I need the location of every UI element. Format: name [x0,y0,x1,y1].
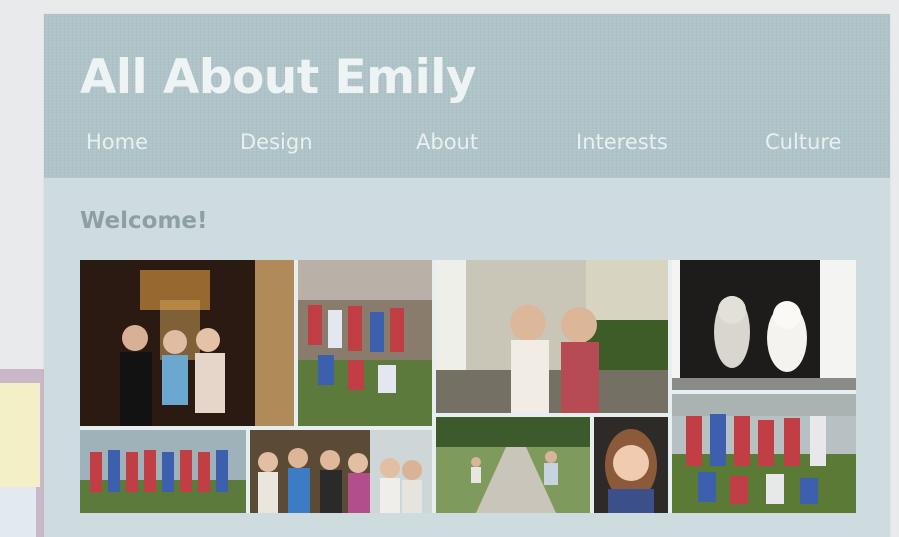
nav-interests[interactable]: Interests [576,130,668,154]
welcome-heading: Welcome! [80,208,208,234]
nav-culture[interactable]: Culture [765,130,841,154]
site-header: All About Emily Home Design About Intere… [44,14,890,178]
team-lineup-photo[interactable] [80,430,246,513]
main-nav: Home Design About Interests Culture [44,130,890,170]
two-girls-outdoors-photo[interactable] [436,260,668,413]
team-group-image [298,260,432,426]
side-panel-note [0,383,40,487]
side-panel-lower [0,487,36,537]
friends-group-indoors-photo[interactable] [250,430,432,513]
girl-portrait-image [594,417,668,513]
website-page: All About Emily Home Design About Intere… [44,14,890,537]
two-girls-outdoors-image [436,260,668,413]
friends-group-indoors-image [250,430,432,513]
two-dogs-in-doorway-photo[interactable] [672,260,856,390]
friends-at-night-photo[interactable] [80,260,294,426]
team-group-photo[interactable] [298,260,432,426]
friends-at-night-image [80,260,294,426]
photo-collage [80,260,856,513]
bike-path-image [436,417,590,513]
girl-portrait-photo[interactable] [594,417,668,513]
site-title: All About Emily [80,50,477,105]
team-on-field-image [672,394,856,513]
nav-about[interactable]: About [416,130,478,154]
nav-design[interactable]: Design [240,130,313,154]
nav-home[interactable]: Home [86,130,148,154]
team-on-field-photo[interactable] [672,394,856,513]
team-lineup-image [80,430,246,513]
two-dogs-image [672,260,856,390]
bike-path-photo[interactable] [436,417,590,513]
